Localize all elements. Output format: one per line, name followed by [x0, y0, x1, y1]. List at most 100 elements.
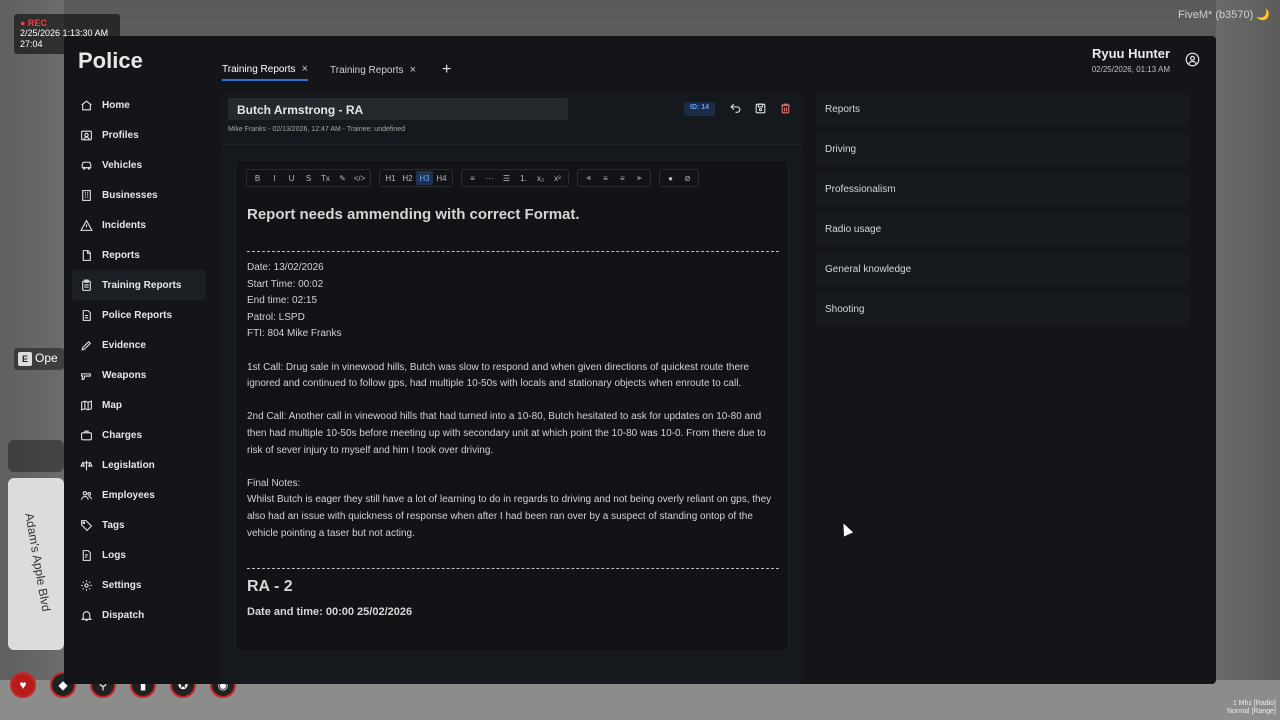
sidebar-item-legislation[interactable]: Legislation [72, 450, 206, 480]
sidebar-item-label: Incidents [102, 219, 146, 231]
user-account-icon[interactable] [1185, 52, 1200, 67]
undo-icon [729, 103, 740, 113]
radio-info: 1 Mhz [Radio] Normal [Range] [1227, 700, 1276, 716]
category-professionalism[interactable]: Professionalism [816, 174, 1190, 206]
sidebar-item-label: Profiles [102, 129, 139, 141]
tab-training-reports-1[interactable]: Training Reports × [222, 59, 308, 81]
bold-button[interactable]: B [249, 171, 266, 185]
interaction-prompt-text: Ope [35, 351, 58, 365]
close-icon[interactable]: × [302, 63, 308, 75]
sidebar-item-training-reports[interactable]: Training Reports [72, 270, 206, 300]
section-2-date: Date and time: 00:00 25/02/2026 [247, 605, 413, 618]
line-start-time: Start Time: 00:02 [247, 278, 324, 290]
add-tab-icon[interactable]: + [442, 61, 451, 79]
h2-button[interactable]: H2 [399, 171, 416, 185]
sidebar-item-tags[interactable]: Tags [72, 510, 206, 540]
tab-training-reports-2[interactable]: Training Reports × [330, 60, 416, 80]
report-title-input[interactable]: Butch Armstrong - RA [228, 98, 568, 120]
sidebar-item-dispatch[interactable]: Dispatch [72, 600, 206, 630]
underline-button[interactable]: U [283, 171, 300, 185]
sidebar-item-logs[interactable]: Logs [72, 540, 206, 570]
sidebar-item-map[interactable]: Map [72, 390, 206, 420]
category-radio-usage[interactable]: Radio usage [816, 214, 1190, 246]
sidebar-item-settings[interactable]: Settings [72, 570, 206, 600]
ordered-list-button[interactable]: 1. [515, 171, 532, 185]
call-1-paragraph: 1st Call: Drug sale in vinewood hills, B… [247, 361, 749, 390]
sidebar-item-reports[interactable]: Reports [72, 240, 206, 270]
category-general-knowledge[interactable]: General knowledge [816, 254, 1190, 286]
sidebar-item-police-reports[interactable]: Police Reports [72, 300, 206, 330]
category-list: Reports Driving Professionalism Radio usage… [816, 94, 1190, 334]
category-shooting[interactable]: Shooting [816, 294, 1190, 326]
sidebar-item-label: Settings [102, 579, 142, 591]
align-justify-button[interactable]: ⫸ [631, 171, 648, 185]
save-button[interactable] [752, 100, 768, 116]
color-button[interactable]: ● [662, 171, 679, 185]
superscript-button[interactable]: x² [549, 171, 566, 185]
sidebar-item-businesses[interactable]: Businesses [72, 180, 206, 210]
strike-button[interactable]: S [300, 171, 317, 185]
report-id-badge: ID: 14 [684, 102, 716, 116]
sidebar-item-charges[interactable]: Charges [72, 420, 206, 450]
section-2-title: RA - 2 [247, 578, 293, 596]
clear-format-button[interactable]: Tx [317, 171, 334, 185]
file-icon [80, 249, 93, 262]
editor-toolbar: B I U S Tx ✎ </> H1 H2 H3 H4 ≡ ··· ☰ 1. x₂ x² ⫷ ≡ ≡ ⫸ ● ⊘ [246, 167, 707, 189]
sidebar-item-label: Home [102, 99, 130, 111]
h1-button[interactable]: H1 [382, 171, 399, 185]
alert-triangle-icon [80, 219, 93, 232]
sidebar-item-incidents[interactable]: Incidents [72, 210, 206, 240]
clipboard-icon [80, 279, 93, 292]
call-2-paragraph: 2nd Call: Another call in vinewood hills… [247, 411, 766, 456]
editor-content[interactable]: Report needs ammending with correct Form… [247, 205, 779, 620]
sidebar-item-label: Logs [102, 549, 126, 561]
code-button[interactable]: </> [351, 171, 368, 185]
hr-button[interactable]: ··· [481, 171, 498, 185]
final-notes-text: Whilst Butch is eager they still have a … [247, 494, 772, 539]
line-date: Date: 13/02/2026 [247, 262, 324, 273]
blockquote-button[interactable]: ≡ [464, 171, 481, 185]
final-notes-label: Final Notes: [247, 477, 301, 489]
trash-icon [780, 103, 790, 113]
subscript-button[interactable]: x₂ [532, 171, 549, 185]
sidebar-item-vehicles[interactable]: Vehicles [72, 150, 206, 180]
h4-button[interactable]: H4 [433, 171, 450, 185]
back-button[interactable] [727, 100, 743, 116]
sidebar-item-label: Employees [102, 489, 155, 501]
sidebar-item-label: Tags [102, 519, 125, 531]
map-icon [80, 399, 93, 412]
sidebar-item-evidence[interactable]: Evidence [72, 330, 206, 360]
align-right-button[interactable]: ≡ [614, 171, 631, 185]
sidebar-item-label: Police Reports [102, 309, 173, 321]
bullet-list-button[interactable]: ☰ [498, 171, 515, 185]
category-driving[interactable]: Driving [816, 134, 1190, 166]
sidebar-item-profiles[interactable]: Profiles [72, 120, 206, 150]
rec-label: ● REC [20, 18, 47, 28]
sidebar-item-label: Evidence [102, 339, 146, 351]
report-meta: Mike Franks - 02/13/2026, 12:47 AM - Tra… [228, 126, 406, 133]
italic-button[interactable]: I [266, 171, 283, 185]
toolbar-group-extra: ● ⊘ [659, 169, 699, 187]
users-icon [80, 489, 93, 502]
e-key-icon: E [18, 352, 32, 366]
sidebar-item-home[interactable]: Home [72, 90, 206, 120]
sidebar-item-weapons[interactable]: Weapons [72, 360, 206, 390]
close-icon[interactable]: × [410, 64, 416, 76]
rich-text-editor[interactable]: B I U S Tx ✎ </> H1 H2 H3 H4 ≡ ··· ☰ 1. x₂ x² ⫷ ≡ ≡ ⫸ ● ⊘ Repo… [235, 160, 789, 652]
h3-button[interactable]: H3 [416, 171, 433, 185]
no-color-button[interactable]: ⊘ [679, 171, 696, 185]
align-center-button[interactable]: ≡ [597, 171, 614, 185]
toolbar-group-align: ⫷ ≡ ≡ ⫸ [577, 169, 651, 187]
category-reports[interactable]: Reports [816, 94, 1190, 126]
minimap: Adam's Apple Blvd [8, 478, 64, 650]
sidebar-item-label: Charges [102, 429, 143, 441]
highlight-button[interactable]: ✎ [334, 171, 351, 185]
align-left-button[interactable]: ⫷ [580, 171, 597, 185]
tag-icon [80, 519, 93, 532]
sidebar-item-employees[interactable]: Employees [72, 480, 206, 510]
toolbar-group-lists: ≡ ··· ☰ 1. x₂ x² [461, 169, 569, 187]
home-icon [80, 99, 93, 112]
delete-button[interactable] [777, 100, 793, 116]
sidebar: Police Home Profiles Vehicles Businesses Inc… [64, 36, 210, 684]
minimap-street-label: Adam's Apple Blvd [22, 512, 54, 613]
